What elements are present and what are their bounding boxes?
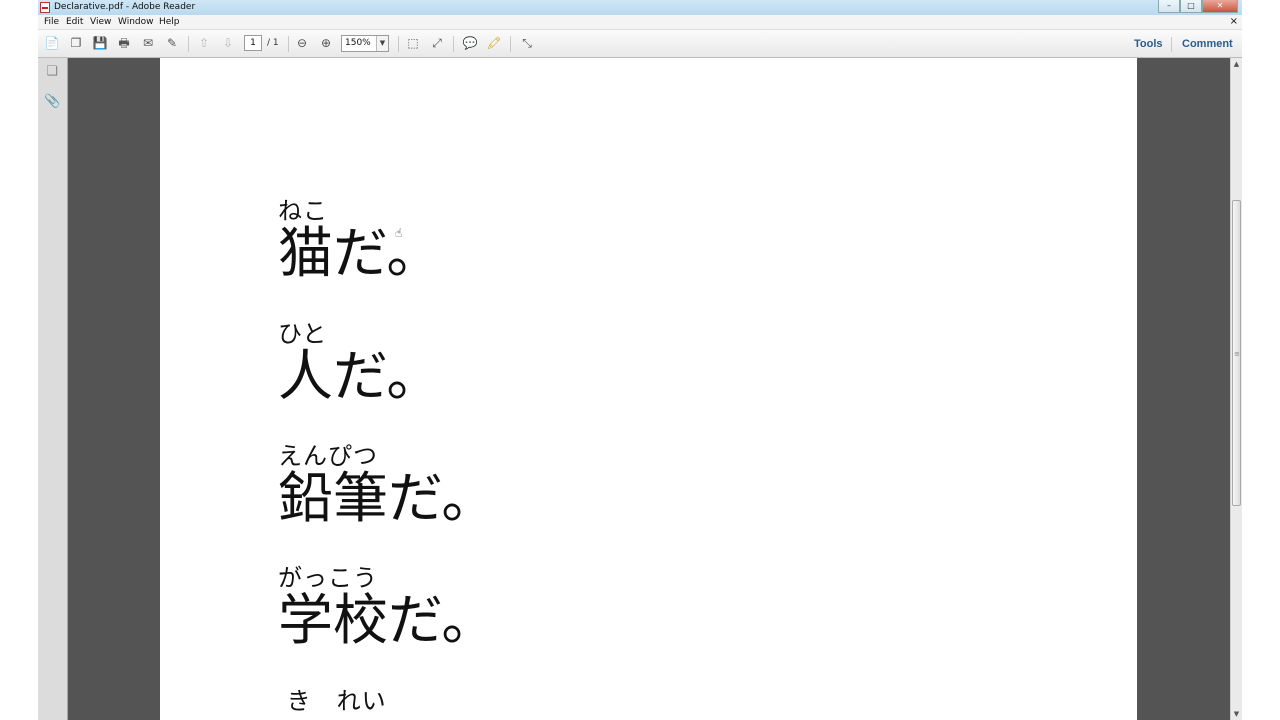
toolbar-separator [453,36,454,52]
menu-edit[interactable]: Edit [66,16,83,28]
toolbar-separator [188,36,189,52]
toolbar-separator [398,36,399,52]
toolbar-separator [1171,37,1172,52]
pages-icon[interactable]: ❏ [44,64,60,80]
maximize-button[interactable]: □ [1180,0,1202,13]
toolbar-separator [288,36,289,52]
document-viewer[interactable]: ねこ 猫だ。 ひと 人だ。 えんぴつ 鉛筆だ。 がっこう 学校だ。 き れい [68,58,1230,720]
toolbar: 📄 ❐ 💾 🖶 ✉ ✎ ⇧ ⇩ 1 / 1 ⊖ ⊕ 150% ▼ ⬚ ⤢ 💬 🖍… [38,30,1242,58]
scrollbar-thumb[interactable]: ≡ [1232,200,1241,506]
save-icon[interactable]: 💾 [92,35,108,51]
print-icon[interactable]: 🖶 [116,35,132,51]
minimize-button[interactable]: – [1158,0,1180,13]
highlight-icon[interactable]: 🖍 [486,35,502,51]
toolbar-separator [510,36,511,52]
entry-3: えんぴつ 鉛筆だ。 [278,443,496,527]
navigation-pane: ❏ 📎 [38,58,68,720]
menu-bar: File Edit View Window Help × [38,15,1242,30]
comment-pane-button[interactable]: Comment [1182,37,1233,51]
edit-icon[interactable]: ✎ [164,35,180,51]
desktop-right-margin [1242,0,1280,720]
scrollbar-grip-icon: ≡ [1234,350,1240,358]
pdf-app-icon [40,2,50,13]
entry-2: ひと 人だ。 [278,321,441,405]
scroll-down-arrow-icon[interactable]: ▼ [1231,708,1242,720]
close-button[interactable]: ✕ [1202,0,1238,13]
menu-view[interactable]: View [90,16,111,28]
window-controls: – □ ✕ [1158,0,1238,14]
entry-4: がっこう 学校だ。 [278,565,496,649]
menu-file[interactable]: File [44,16,59,28]
next-page-icon[interactable]: ⇩ [220,35,236,51]
menu-help[interactable]: Help [159,16,180,28]
pdf-page: ねこ 猫だ。 ひと 人だ。 えんぴつ 鉛筆だ。 がっこう 学校だ。 き れい [160,58,1137,720]
adobe-reader-window: Declarative.pdf - Adobe Reader – □ ✕ Fil… [38,0,1242,720]
previous-page-icon[interactable]: ⇧ [196,35,212,51]
entry-5: き れい [278,688,387,714]
combine-files-icon[interactable]: ❐ [68,35,84,51]
zoom-out-icon[interactable]: ⊖ [294,35,310,51]
sticky-note-icon[interactable]: 💬 [462,35,478,51]
scroll-up-arrow-icon[interactable]: ▲ [1231,58,1242,70]
sentence: 学校だ。 [278,588,497,652]
zoom-dropdown-arrow-icon[interactable]: ▼ [376,36,388,51]
entry-1: ねこ 猫だ。 [278,198,441,282]
zoom-select[interactable]: 150% ▼ [341,35,389,52]
vertical-scrollbar[interactable]: ▲ ≡ ▼ [1230,58,1242,720]
zoom-value: 150% [345,38,371,48]
email-icon[interactable]: ✉ [140,35,156,51]
page-number-input[interactable]: 1 [244,35,262,51]
document-close-button[interactable]: × [1230,15,1238,28]
fit-width-icon[interactable]: ⤢ [429,35,445,51]
attachment-icon[interactable]: 📎 [44,94,60,110]
hand-cursor-icon: ☝ [395,226,403,240]
window-title: Declarative.pdf - Adobe Reader [54,2,196,12]
furigana: き れい [278,687,387,715]
expand-view-icon[interactable]: ⤡ [519,35,535,51]
fit-page-icon[interactable]: ⬚ [405,35,421,51]
sentence: 猫だ。 [278,221,442,285]
page-total-label: / 1 [267,38,279,48]
tools-pane-button[interactable]: Tools [1134,37,1163,51]
sentence: 人だ。 [278,344,442,408]
zoom-in-icon[interactable]: ⊕ [318,35,334,51]
desktop-left-margin [0,0,38,720]
title-bar: Declarative.pdf - Adobe Reader – □ ✕ [38,0,1242,15]
menu-window[interactable]: Window [118,16,154,28]
sentence: 鉛筆だ。 [278,466,497,530]
create-pdf-icon[interactable]: 📄 [44,35,60,51]
